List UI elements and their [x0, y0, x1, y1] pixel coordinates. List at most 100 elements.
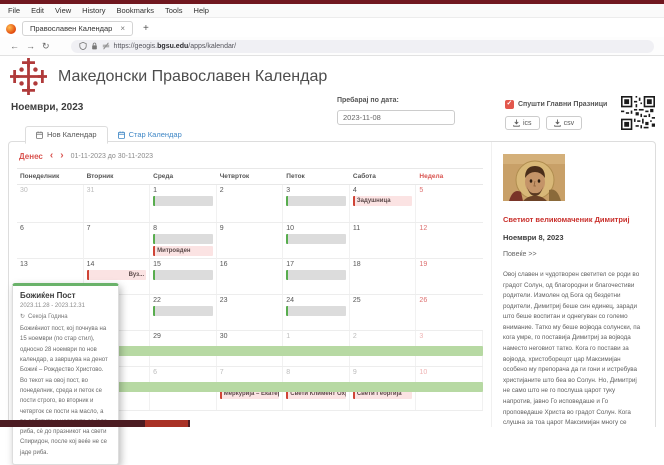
- today-button[interactable]: Денес: [19, 152, 43, 161]
- repeat-label: Секоја Година: [28, 314, 68, 320]
- calendar-day-cell[interactable]: 4 Задушница: [350, 185, 417, 222]
- fasting-day-event[interactable]: [286, 234, 346, 244]
- calendar-day-cell[interactable]: 7: [84, 223, 151, 260]
- day-number: 8: [153, 225, 213, 232]
- calendar-day-cell[interactable]: 26: [416, 295, 483, 330]
- day-number: 16: [220, 261, 280, 268]
- day-number: 12: [419, 225, 480, 232]
- prev-month-button[interactable]: ‹: [50, 151, 53, 161]
- day-number: 2: [220, 187, 280, 194]
- menu-item[interactable]: File: [8, 6, 20, 15]
- multi-day-fast-bar[interactable]: [84, 346, 483, 356]
- calendar-day-cell[interactable]: 3: [283, 185, 350, 222]
- calendar-day-cell[interactable]: 6: [17, 223, 84, 260]
- fasting-day-event[interactable]: [153, 270, 213, 280]
- saint-biography: Овој славен и чудотворен светител се род…: [503, 270, 644, 427]
- menu-item[interactable]: Help: [194, 6, 209, 15]
- calendar-day-cell[interactable]: 24: [283, 295, 350, 330]
- footer-bar: [0, 420, 190, 427]
- day-number: 2: [353, 333, 413, 340]
- calendar-day-cell[interactable]: 23: [217, 295, 284, 330]
- calendar-day-cell[interactable]: 31: [84, 185, 151, 222]
- weekday-header: Понеделник: [17, 169, 84, 184]
- saint-date: Ноември 8, 2023: [503, 233, 644, 242]
- lock-icon[interactable]: [91, 42, 98, 50]
- calendar-day-cell[interactable]: 22: [150, 295, 217, 330]
- download-ics-button[interactable]: ics: [505, 116, 540, 130]
- url-bar[interactable]: https://geogis.bgsu.edu/apps/kalendar/: [71, 40, 654, 53]
- forward-button[interactable]: →: [26, 42, 35, 51]
- qr-code: [621, 96, 655, 130]
- calendar-day-cell[interactable]: 15: [150, 259, 217, 294]
- firefox-icon[interactable]: [6, 24, 16, 34]
- day-number: 8: [286, 369, 346, 376]
- calendar-day-cell[interactable]: 11: [350, 223, 417, 260]
- url-text: https://geogis.bgsu.edu/apps/kalendar/: [114, 43, 237, 50]
- calendar-day-cell[interactable]: 2: [217, 185, 284, 222]
- holiday-event[interactable]: Митровден: [153, 246, 213, 256]
- calendar-day-cell[interactable]: 12: [416, 223, 483, 260]
- weekday-header: Четврток: [217, 169, 284, 184]
- browser-navbar: ← → ↻ https://geogis.bgsu.edu/apps/kalen…: [0, 37, 664, 56]
- weekday-header: Петок: [283, 169, 350, 184]
- calendar-day-cell[interactable]: 25: [350, 295, 417, 330]
- calendar-day-cell[interactable]: 30: [17, 185, 84, 222]
- calendar-day-cell[interactable]: 5: [416, 185, 483, 222]
- calendar-tabs: Нов Календар Стар Календар: [25, 126, 192, 144]
- calendar-day-cell[interactable]: 18: [350, 259, 417, 294]
- tab-close-icon[interactable]: ×: [120, 24, 125, 33]
- calendar-day-cell[interactable]: 17: [283, 259, 350, 294]
- day-number: 6: [153, 369, 213, 376]
- shield-icon[interactable]: [79, 42, 87, 50]
- permissions-icon[interactable]: [102, 42, 110, 50]
- calendar-day-cell[interactable]: 1: [150, 185, 217, 222]
- main-holidays-checkbox[interactable]: [505, 100, 514, 109]
- day-number: 26: [419, 297, 480, 304]
- calendar-day-cell[interactable]: 9: [217, 223, 284, 260]
- fasting-day-event[interactable]: [153, 234, 213, 244]
- browser-tab-title: Православен Календар: [30, 24, 112, 33]
- fasting-day-event[interactable]: [286, 270, 346, 280]
- menu-item[interactable]: View: [55, 6, 71, 15]
- browser-tab[interactable]: Православен Календар ×: [22, 21, 133, 36]
- fasting-day-event[interactable]: [153, 196, 213, 206]
- more-link[interactable]: Повеќе >>: [503, 251, 537, 258]
- saint-title-link[interactable]: Светиот великомаченик Димитриј: [503, 215, 644, 224]
- calendar-day-cell[interactable]: 16: [217, 259, 284, 294]
- download-icon: [513, 119, 520, 127]
- holiday-event[interactable]: Задушница: [353, 196, 413, 206]
- day-number: 19: [419, 261, 480, 268]
- search-date-label: Пребарај по дата:: [337, 97, 455, 104]
- fasting-day-event[interactable]: [286, 306, 346, 316]
- repeat-icon: ↻: [20, 313, 25, 320]
- footer-accent: [145, 420, 188, 427]
- day-number: 17: [286, 261, 346, 268]
- menu-item[interactable]: Bookmarks: [117, 6, 155, 15]
- calendar-day-cell[interactable]: 10: [283, 223, 350, 260]
- popup-dates: 2023.11.28 - 2023.12.31: [20, 303, 111, 309]
- day-number: 9: [220, 225, 280, 232]
- holiday-event[interactable]: Вуз...: [87, 270, 147, 280]
- day-number: 9: [353, 369, 413, 376]
- fasting-day-event[interactable]: [286, 196, 346, 206]
- tab-new-calendar[interactable]: Нов Календар: [25, 126, 108, 144]
- day-number: 4: [353, 187, 413, 194]
- new-tab-button[interactable]: +: [139, 23, 153, 34]
- calendar-day-cell[interactable]: 19: [416, 259, 483, 294]
- day-number: 3: [286, 187, 346, 194]
- reload-button[interactable]: ↻: [42, 42, 50, 51]
- menu-item[interactable]: Edit: [31, 6, 44, 15]
- fasting-day-event[interactable]: [153, 306, 213, 316]
- search-date-input[interactable]: [337, 110, 455, 125]
- back-button[interactable]: ←: [10, 42, 19, 51]
- calendar-day-cell[interactable]: 8 Митровден: [150, 223, 217, 260]
- day-number: 10: [419, 369, 479, 376]
- day-number: 23: [220, 297, 280, 304]
- download-csv-button[interactable]: csv: [546, 116, 583, 130]
- next-month-button[interactable]: ›: [60, 151, 63, 161]
- tab-old-calendar[interactable]: Стар Календар: [108, 126, 192, 144]
- day-number: 15: [153, 261, 213, 268]
- menu-item[interactable]: History: [82, 6, 105, 15]
- menu-item[interactable]: Tools: [165, 6, 183, 15]
- main-holidays-label: Спушти Главни Празници: [518, 101, 607, 108]
